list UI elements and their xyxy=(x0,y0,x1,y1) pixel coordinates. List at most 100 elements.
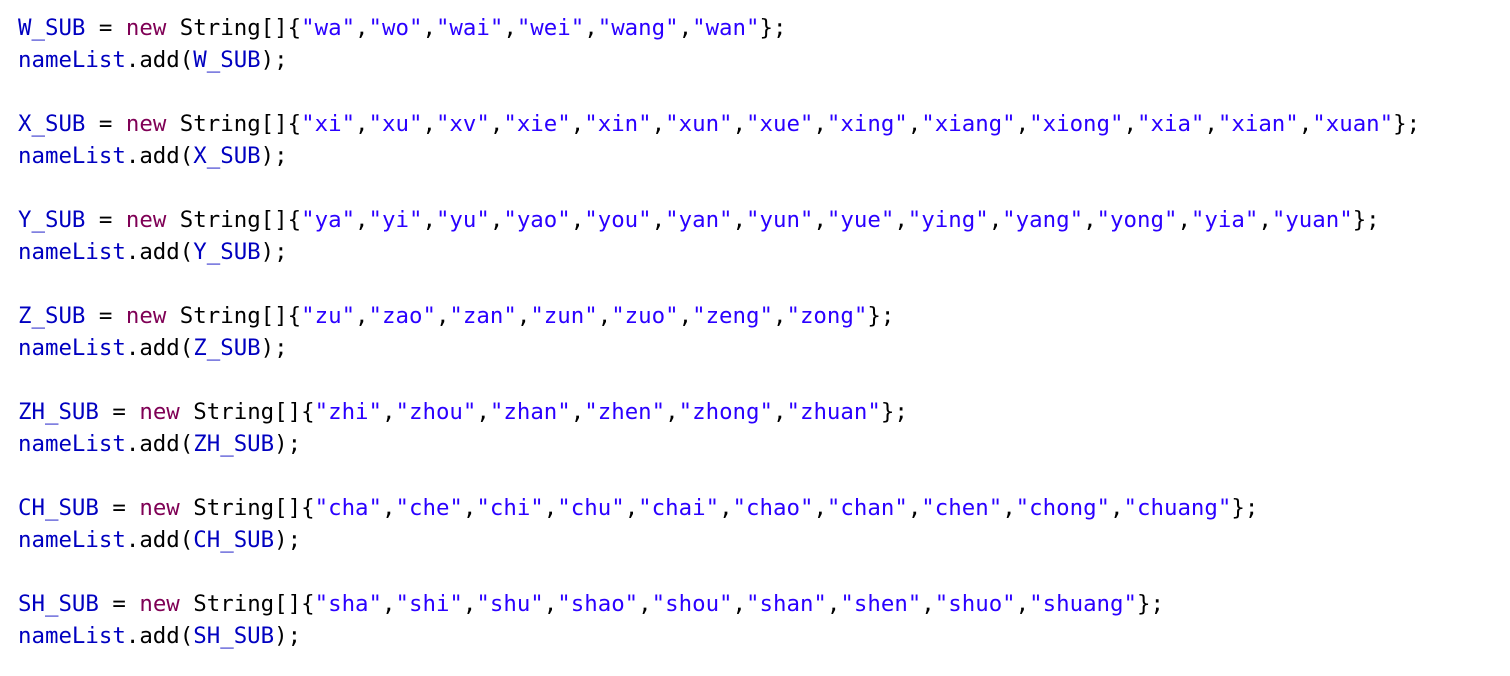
identifier-token: W_SUB xyxy=(18,15,86,41)
code-editor[interactable]: W_SUB = new String[]{"wa","wo","wai","we… xyxy=(18,12,1420,652)
string-literal-token: "zhuan" xyxy=(786,399,881,425)
code-line[interactable]: nameList.add(X_SUB); xyxy=(18,140,1420,172)
punctuation-token: , xyxy=(1002,495,1016,521)
string-literal-token: "yu" xyxy=(435,207,490,233)
string-literal-token: "shu" xyxy=(476,591,544,617)
punctuation-token: , xyxy=(570,399,585,425)
identifier-token: nameList xyxy=(18,623,126,649)
punctuation-token: }; xyxy=(1352,207,1380,233)
string-literal-token: "wo" xyxy=(368,15,423,41)
code-line[interactable]: nameList.add(Z_SUB); xyxy=(18,332,1420,364)
identifier-token: SH_SUB xyxy=(18,591,99,617)
string-literal-token: "wan" xyxy=(692,15,760,41)
punctuation-token: , xyxy=(624,495,639,521)
string-literal-token: "zeng" xyxy=(692,303,773,329)
code-line[interactable]: nameList.add(ZH_SUB); xyxy=(18,428,1420,460)
identifier-token: nameList xyxy=(18,239,126,265)
identifier-token: Y_SUB xyxy=(193,239,261,265)
code-line[interactable]: nameList.add(CH_SUB); xyxy=(18,524,1420,556)
punctuation-token: .add( xyxy=(125,623,194,649)
code-line[interactable]: SH_SUB = new String[]{"sha","shi","shu",… xyxy=(18,588,1420,620)
string-literal-token: "chuang" xyxy=(1123,495,1232,521)
code-line[interactable]: nameList.add(W_SUB); xyxy=(18,44,1420,76)
punctuation-token: , xyxy=(1298,111,1313,137)
string-literal-token: "yao" xyxy=(503,207,571,233)
string-literal-token: "shi" xyxy=(395,591,463,617)
punctuation-token: ); xyxy=(274,623,302,649)
punctuation-token: , xyxy=(665,399,679,425)
punctuation-token: ); xyxy=(274,527,302,553)
code-line[interactable]: CH_SUB = new String[]{"cha","che","chi",… xyxy=(18,492,1420,524)
punctuation-token: String[]{ xyxy=(166,111,302,137)
punctuation-token: , xyxy=(638,591,652,617)
code-line[interactable]: Y_SUB = new String[]{"ya","yi","yu","yao… xyxy=(18,204,1420,236)
identifier-token: W_SUB xyxy=(193,47,261,73)
punctuation-token: ); xyxy=(260,335,288,361)
punctuation-token: , xyxy=(1015,591,1030,617)
string-literal-token: "chu" xyxy=(557,495,625,521)
blank-line[interactable] xyxy=(18,268,1420,300)
string-literal-token: "xun" xyxy=(665,111,733,137)
identifier-token: X_SUB xyxy=(18,111,86,137)
string-literal-token: "zhi" xyxy=(314,399,383,425)
string-literal-token: "zhen" xyxy=(584,399,666,425)
punctuation-token: , xyxy=(678,303,693,329)
punctuation-token: , xyxy=(422,15,436,41)
keyword-token: new xyxy=(139,399,180,425)
identifier-token: Z_SUB xyxy=(193,335,261,361)
identifier-token: nameList xyxy=(18,143,126,169)
string-literal-token: "chan" xyxy=(826,495,908,521)
identifier-token: ZH_SUB xyxy=(18,399,99,425)
code-line[interactable]: nameList.add(Y_SUB); xyxy=(18,236,1420,268)
punctuation-token: , xyxy=(543,495,558,521)
blank-line[interactable] xyxy=(18,460,1420,492)
punctuation-token: String[]{ xyxy=(166,303,302,329)
punctuation-token: , xyxy=(1258,207,1272,233)
punctuation-token: = xyxy=(98,399,140,425)
punctuation-token: , xyxy=(894,207,908,233)
identifier-token: SH_SUB xyxy=(193,623,275,649)
string-literal-token: "yan" xyxy=(665,207,733,233)
string-literal-token: "wai" xyxy=(435,15,504,41)
punctuation-token: .add( xyxy=(125,431,194,457)
punctuation-token: , xyxy=(907,111,922,137)
string-literal-token: "xia" xyxy=(1137,111,1205,137)
blank-line[interactable] xyxy=(18,76,1420,108)
code-line[interactable]: Z_SUB = new String[]{"zu","zao","zan","z… xyxy=(18,300,1420,332)
punctuation-token: , xyxy=(355,15,369,41)
punctuation-token: , xyxy=(355,207,369,233)
blank-line[interactable] xyxy=(18,172,1420,204)
string-literal-token: "yuan" xyxy=(1271,207,1353,233)
string-literal-token: "shan" xyxy=(746,591,827,617)
punctuation-token: String[]{ xyxy=(179,495,315,521)
punctuation-token: .add( xyxy=(125,239,194,265)
punctuation-token: }; xyxy=(759,15,787,41)
string-literal-token: "shuang" xyxy=(1029,591,1137,617)
blank-line[interactable] xyxy=(18,364,1420,396)
blank-line[interactable] xyxy=(18,556,1420,588)
string-literal-token: "zhou" xyxy=(395,399,477,425)
keyword-token: new xyxy=(125,303,167,329)
string-literal-token: "yue" xyxy=(826,207,895,233)
punctuation-token: String[]{ xyxy=(179,399,315,425)
string-literal-token: "yong" xyxy=(1096,207,1178,233)
string-literal-token: "shao" xyxy=(557,591,639,617)
punctuation-token: , xyxy=(422,111,436,137)
string-literal-token: "zong" xyxy=(786,303,868,329)
string-literal-token: "xi" xyxy=(301,111,356,137)
code-line[interactable]: ZH_SUB = new String[]{"zhi","zhou","zhan… xyxy=(18,396,1420,428)
punctuation-token: }; xyxy=(867,303,895,329)
code-line[interactable]: nameList.add(SH_SUB); xyxy=(18,620,1420,652)
identifier-token: nameList xyxy=(18,527,126,553)
punctuation-token: = xyxy=(98,591,140,617)
code-line[interactable]: X_SUB = new String[]{"xi","xu","xv","xie… xyxy=(18,108,1420,140)
punctuation-token: = xyxy=(98,495,140,521)
punctuation-token: , xyxy=(988,207,1003,233)
punctuation-token: , xyxy=(921,591,935,617)
string-literal-token: "xie" xyxy=(503,111,571,137)
punctuation-token: , xyxy=(826,591,841,617)
string-literal-token: "wang" xyxy=(597,15,679,41)
code-line[interactable]: W_SUB = new String[]{"wa","wo","wai","we… xyxy=(18,12,1420,44)
string-literal-token: "shen" xyxy=(840,591,922,617)
punctuation-token: , xyxy=(1110,495,1124,521)
